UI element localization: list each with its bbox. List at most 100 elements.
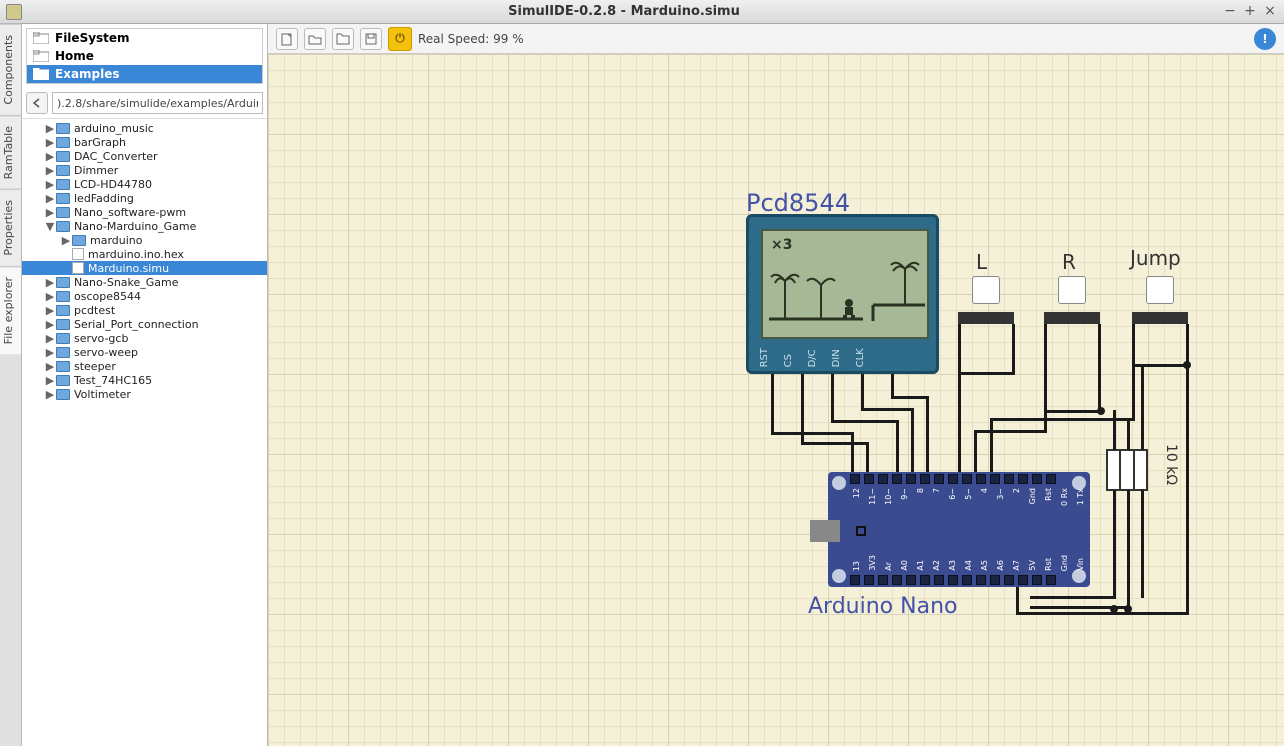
arduino-nano[interactable]: 1211~10~9~876~5~43~2GndRst0 Rx1 Tx 133V3… — [828, 472, 1090, 587]
expand-icon[interactable]: ▶ — [44, 164, 56, 177]
pin-9~[interactable] — [892, 474, 902, 484]
save-file-button[interactable] — [332, 28, 354, 50]
pin-A5[interactable] — [962, 575, 972, 585]
tree-item-dac-converter[interactable]: ▶DAC_Converter — [22, 149, 267, 163]
pin-1 Tx[interactable] — [1046, 474, 1056, 484]
pin-A4[interactable] — [948, 575, 958, 585]
resistor-pack[interactable] — [1106, 449, 1148, 491]
pin-2[interactable] — [990, 474, 1000, 484]
tree-item-arduino-music[interactable]: ▶arduino_music — [22, 121, 267, 135]
circuit-canvas[interactable]: Pcd8544 ×3 — [268, 54, 1284, 746]
pin-11~[interactable] — [864, 474, 874, 484]
new-file-button[interactable] — [276, 28, 298, 50]
expand-icon[interactable]: ▶ — [44, 346, 56, 359]
pin-5~[interactable] — [948, 474, 958, 484]
button-jump[interactable] — [1146, 276, 1174, 304]
expand-icon[interactable]: ▶ — [44, 290, 56, 303]
expand-icon[interactable]: ▶ — [44, 276, 56, 289]
tree-item-bargraph[interactable]: ▶barGraph — [22, 135, 267, 149]
tree-item-ledfadding[interactable]: ▶ledFadding — [22, 191, 267, 205]
tree-item-serial-port-connection[interactable]: ▶Serial_Port_connection — [22, 317, 267, 331]
expand-icon[interactable]: ▶ — [44, 388, 56, 401]
tree-item-oscope8544[interactable]: ▶oscope8544 — [22, 289, 267, 303]
tree-item-test-74hc165[interactable]: ▶ Test_74HC165 — [22, 373, 267, 387]
tree-item-lcd-hd44780[interactable]: ▶LCD-HD44780 — [22, 177, 267, 191]
pin-A0[interactable] — [892, 575, 902, 585]
pin-Gnd[interactable] — [1032, 575, 1042, 585]
pin-5V[interactable] — [1004, 575, 1014, 585]
tree-item-pcdtest[interactable]: ▶pcdtest — [22, 303, 267, 317]
location-home[interactable]: Home — [27, 47, 262, 65]
tab-components[interactable]: Components — [0, 24, 21, 115]
expand-icon[interactable]: ▶ — [44, 206, 56, 219]
open-file-button[interactable] — [304, 28, 326, 50]
tab-properties[interactable]: Properties — [0, 189, 21, 266]
tree-item-marduino[interactable]: ▶marduino — [22, 233, 267, 247]
tree-item-voltimeter[interactable]: ▶ Voltimeter — [22, 387, 267, 401]
pin-6~[interactable] — [934, 474, 944, 484]
tree-item-dimmer[interactable]: ▶Dimmer — [22, 163, 267, 177]
tree-item-marduino-ino-hex[interactable]: marduino.ino.hex — [22, 247, 267, 261]
pin-0 Rx[interactable] — [1032, 474, 1042, 484]
expand-icon[interactable]: ▼ — [44, 220, 56, 233]
location-filesystem[interactable]: FileSystem — [27, 29, 262, 47]
tab-ramtable[interactable]: RamTable — [0, 115, 21, 189]
expand-icon[interactable]: ▶ — [44, 136, 56, 149]
file-tree[interactable]: ▶arduino_music▶barGraph▶DAC_Converter▶Di… — [22, 118, 267, 746]
pin-A2[interactable] — [920, 575, 930, 585]
close-button[interactable]: × — [1262, 4, 1278, 20]
tree-item-label: Test_74HC165 — [74, 374, 152, 387]
tree-item-nano-snake-game[interactable]: ▶Nano-Snake_Game — [22, 275, 267, 289]
pin-Gnd[interactable] — [1004, 474, 1014, 484]
pin-Rst[interactable] — [1018, 575, 1028, 585]
path-input[interactable] — [52, 92, 263, 114]
run-simulation-button[interactable]: ⏻ — [388, 27, 412, 51]
tree-item-servo-gcb[interactable]: ▶servo-gcb — [22, 331, 267, 345]
expand-icon[interactable]: ▶ — [44, 192, 56, 205]
pin-7[interactable] — [920, 474, 930, 484]
button-r[interactable] — [1058, 276, 1086, 304]
lcd-pin-rst: RST — [759, 348, 770, 367]
location-label: Examples — [55, 67, 120, 81]
pin-A3[interactable] — [934, 575, 944, 585]
expand-icon[interactable]: ▶ — [44, 178, 56, 191]
pin-Rst[interactable] — [1018, 474, 1028, 484]
pin-A6[interactable] — [976, 575, 986, 585]
minimize-button[interactable]: − — [1222, 4, 1238, 20]
lcd-module[interactable]: ×3 RSTCSD/CDINCLK — [746, 214, 939, 374]
maximize-button[interactable]: + — [1242, 4, 1258, 20]
pin-12[interactable] — [850, 474, 860, 484]
expand-icon[interactable]: ▶ — [44, 374, 56, 387]
expand-icon[interactable]: ▶ — [44, 122, 56, 135]
expand-icon[interactable]: ▶ — [44, 150, 56, 163]
pin-13[interactable] — [850, 575, 860, 585]
back-button[interactable] — [26, 92, 48, 114]
folder-icon — [33, 68, 49, 80]
pin-A7[interactable] — [990, 575, 1000, 585]
tree-item-nano-marduino-game[interactable]: ▼Nano-Marduino_Game — [22, 219, 267, 233]
pin-3V3[interactable] — [864, 575, 874, 585]
tab-file-explorer[interactable]: File explorer — [0, 266, 21, 354]
expand-icon[interactable]: ▶ — [44, 318, 56, 331]
pin-Vin[interactable] — [1046, 575, 1056, 585]
save-as-button[interactable] — [360, 28, 382, 50]
button-l[interactable] — [972, 276, 1000, 304]
pin-Ar[interactable] — [878, 575, 888, 585]
tree-item-servo-weep[interactable]: ▶servo-weep — [22, 345, 267, 359]
pin-3~[interactable] — [976, 474, 986, 484]
tree-item-label: Voltimeter — [74, 388, 131, 401]
tree-item-nano-software-pwm[interactable]: ▶Nano_software-pwm — [22, 205, 267, 219]
tree-item-steeper[interactable]: ▶steeper — [22, 359, 267, 373]
expand-icon[interactable]: ▶ — [44, 304, 56, 317]
pin-4[interactable] — [962, 474, 972, 484]
expand-icon[interactable]: ▶ — [60, 234, 72, 247]
expand-icon[interactable]: ▶ — [44, 332, 56, 345]
pin-label: Rst — [1044, 488, 1053, 501]
pin-10~[interactable] — [878, 474, 888, 484]
tree-item-marduino-simu[interactable]: Marduino.simu — [22, 261, 267, 275]
pin-8[interactable] — [906, 474, 916, 484]
pin-A1[interactable] — [906, 575, 916, 585]
info-button[interactable]: ! — [1254, 28, 1276, 50]
expand-icon[interactable]: ▶ — [44, 360, 56, 373]
location-examples[interactable]: Examples — [27, 65, 262, 83]
